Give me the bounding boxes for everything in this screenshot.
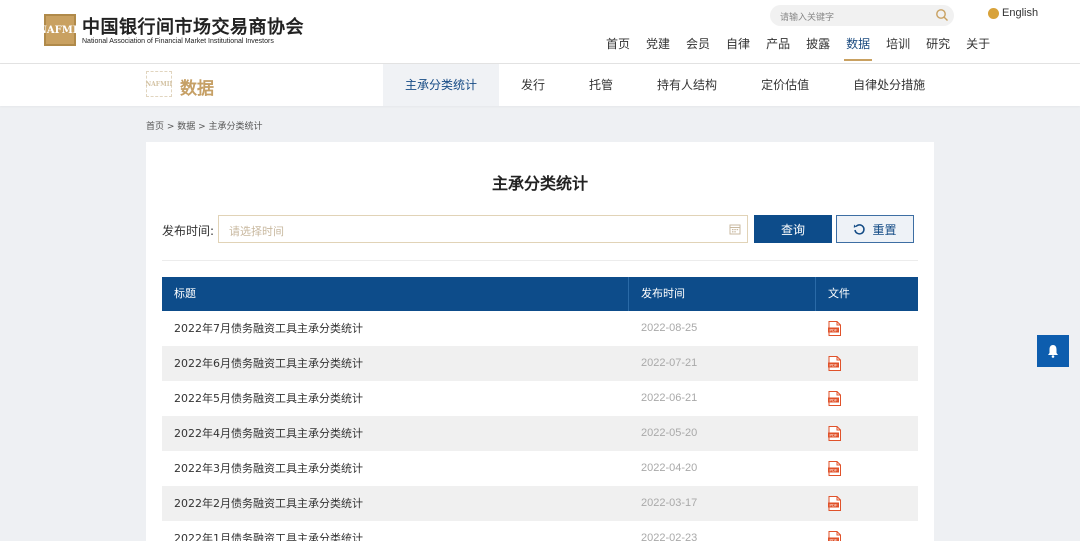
pdf-icon[interactable]: PDF xyxy=(828,461,841,476)
reset-button[interactable]: 重置 xyxy=(836,215,914,243)
row-date: 2022-06-21 xyxy=(641,392,698,404)
table-body: 2022年7月债务融资工具主承分类统计 2022-08-25 PDF 2022年6月债… xyxy=(162,311,918,541)
language-switch[interactable]: English xyxy=(988,7,1038,19)
header-date: 发布时间 xyxy=(629,277,816,311)
table-row[interactable]: 2022年1月债务融资工具主承分类统计 2022-02-23 PDF xyxy=(162,521,918,541)
search-input[interactable]: 请输入关键字 xyxy=(780,10,834,23)
row-title[interactable]: 2022年4月债务融资工具主承分类统计 xyxy=(162,416,629,451)
nav-item-data[interactable]: 数据 xyxy=(838,36,878,62)
svg-text:PDF: PDF xyxy=(830,433,839,438)
row-file[interactable]: PDF xyxy=(816,311,918,346)
row-title[interactable]: 2022年7月债务融资工具主承分类统计 xyxy=(162,311,629,346)
svg-text:PDF: PDF xyxy=(830,538,839,541)
table-row[interactable]: 2022年6月债务融资工具主承分类统计 2022-07-21 PDF xyxy=(162,346,918,381)
main-nav: 首页 党建 会员 自律 产品 披露 数据 培训 研究 关于 xyxy=(598,36,998,62)
svg-text:PDF: PDF xyxy=(830,398,839,403)
pdf-icon[interactable]: PDF xyxy=(828,496,841,511)
section-logo: NAFMII xyxy=(146,71,172,97)
header-title: 标题 xyxy=(162,277,629,311)
calendar-icon[interactable] xyxy=(729,223,741,235)
tab-custody[interactable]: 托管 xyxy=(567,64,635,106)
row-file[interactable]: PDF xyxy=(816,486,918,521)
row-date: 2022-07-21 xyxy=(641,357,698,369)
content-panel: 主承分类统计 发布时间: 请选择时间 查询 重置 标题 发布时间 文件 2022… xyxy=(146,142,934,541)
pdf-icon[interactable]: PDF xyxy=(828,426,841,441)
row-date: 2022-08-25 xyxy=(641,322,698,334)
table-row[interactable]: 2022年7月债务融资工具主承分类统计 2022-08-25 PDF xyxy=(162,311,918,346)
row-file[interactable]: PDF xyxy=(816,521,918,541)
date-picker-input[interactable]: 请选择时间 xyxy=(218,215,748,243)
top-header: NAFMII 中国银行间市场交易商协会 National Association… xyxy=(0,0,1080,64)
nav-item-products[interactable]: 产品 xyxy=(758,36,798,62)
row-title[interactable]: 2022年3月债务融资工具主承分类统计 xyxy=(162,451,629,486)
tab-disciplinary-measures[interactable]: 自律处分措施 xyxy=(831,64,947,106)
table-row[interactable]: 2022年4月债务融资工具主承分类统计 2022-05-20 PDF xyxy=(162,416,918,451)
svg-text:PDF: PDF xyxy=(830,363,839,368)
divider xyxy=(162,260,918,261)
svg-text:PDF: PDF xyxy=(830,503,839,508)
pdf-icon[interactable]: PDF xyxy=(828,391,841,406)
tab-pricing-valuation[interactable]: 定价估值 xyxy=(739,64,831,106)
nav-item-home[interactable]: 首页 xyxy=(598,36,638,62)
pdf-icon[interactable]: PDF xyxy=(828,531,841,541)
publish-time-label: 发布时间: xyxy=(162,224,215,238)
svg-text:PDF: PDF xyxy=(830,468,839,473)
row-date: 2022-03-17 xyxy=(641,497,698,509)
search-icon[interactable] xyxy=(935,8,949,22)
table-row[interactable]: 2022年3月债务融资工具主承分类统计 2022-04-20 PDF xyxy=(162,451,918,486)
row-file[interactable]: PDF xyxy=(816,451,918,486)
nav-item-about[interactable]: 关于 xyxy=(958,36,998,62)
language-label[interactable]: English xyxy=(1002,7,1038,19)
table-row[interactable]: 2022年2月债务融资工具主承分类统计 2022-03-17 PDF xyxy=(162,486,918,521)
query-button[interactable]: 查询 xyxy=(754,215,832,243)
float-alert-button[interactable] xyxy=(1037,335,1069,367)
nav-item-selfregulation[interactable]: 自律 xyxy=(718,36,758,62)
row-file[interactable]: PDF xyxy=(816,381,918,416)
row-title[interactable]: 2022年2月债务融资工具主承分类统计 xyxy=(162,486,629,521)
row-title[interactable]: 2022年6月债务融资工具主承分类统计 xyxy=(162,346,629,381)
reset-label: 重置 xyxy=(872,222,897,237)
search-box[interactable]: 请输入关键字 xyxy=(770,5,954,26)
nav-item-disclosure[interactable]: 披露 xyxy=(798,36,838,62)
section-title: 数据 xyxy=(180,79,214,99)
tab-holder-structure[interactable]: 持有人结构 xyxy=(635,64,739,106)
table-row[interactable]: 2022年5月债务融资工具主承分类统计 2022-06-21 PDF xyxy=(162,381,918,416)
tab-issuance[interactable]: 发行 xyxy=(499,64,567,106)
row-date: 2022-04-20 xyxy=(641,462,698,474)
row-title[interactable]: 2022年5月债务融资工具主承分类统计 xyxy=(162,381,629,416)
svg-text:PDF: PDF xyxy=(830,328,839,333)
date-placeholder: 请选择时间 xyxy=(229,225,284,238)
stats-table: 标题 发布时间 文件 2022年7月债务融资工具主承分类统计 2022-08-25… xyxy=(162,277,918,541)
section-header: NAFMII 数据 主承分类统计 发行 托管 持有人结构 定价估值 自律处分措施 xyxy=(0,64,1080,106)
reset-icon xyxy=(854,223,866,235)
row-date: 2022-02-23 xyxy=(641,532,698,541)
nav-item-party[interactable]: 党建 xyxy=(638,36,678,62)
table-header: 标题 发布时间 文件 xyxy=(162,277,918,311)
nav-item-members[interactable]: 会员 xyxy=(678,36,718,62)
org-name-en: National Association of Financial Market… xyxy=(82,38,274,45)
row-file[interactable]: PDF xyxy=(816,346,918,381)
pdf-icon[interactable]: PDF xyxy=(828,321,841,336)
row-date: 2022-05-20 xyxy=(641,427,698,439)
breadcrumb[interactable]: 首页 > 数据 > 主承分类统计 xyxy=(146,119,263,132)
section-tabs: 主承分类统计 发行 托管 持有人结构 定价估值 自律处分措施 xyxy=(383,64,947,106)
page-title: 主承分类统计 xyxy=(491,174,588,193)
nav-item-training[interactable]: 培训 xyxy=(878,36,918,62)
row-title[interactable]: 2022年1月债务融资工具主承分类统计 xyxy=(162,521,629,541)
tab-underwriter-stats[interactable]: 主承分类统计 xyxy=(383,64,500,106)
nafmii-logo[interactable]: NAFMII xyxy=(38,14,82,46)
pdf-icon[interactable]: PDF xyxy=(828,356,841,371)
bell-icon xyxy=(1048,345,1058,358)
nav-item-research[interactable]: 研究 xyxy=(918,36,958,62)
row-file[interactable]: PDF xyxy=(816,416,918,451)
header-file: 文件 xyxy=(828,287,850,300)
org-name-cn[interactable]: 中国银行间市场交易商协会 xyxy=(82,13,304,39)
globe-icon xyxy=(988,7,999,19)
